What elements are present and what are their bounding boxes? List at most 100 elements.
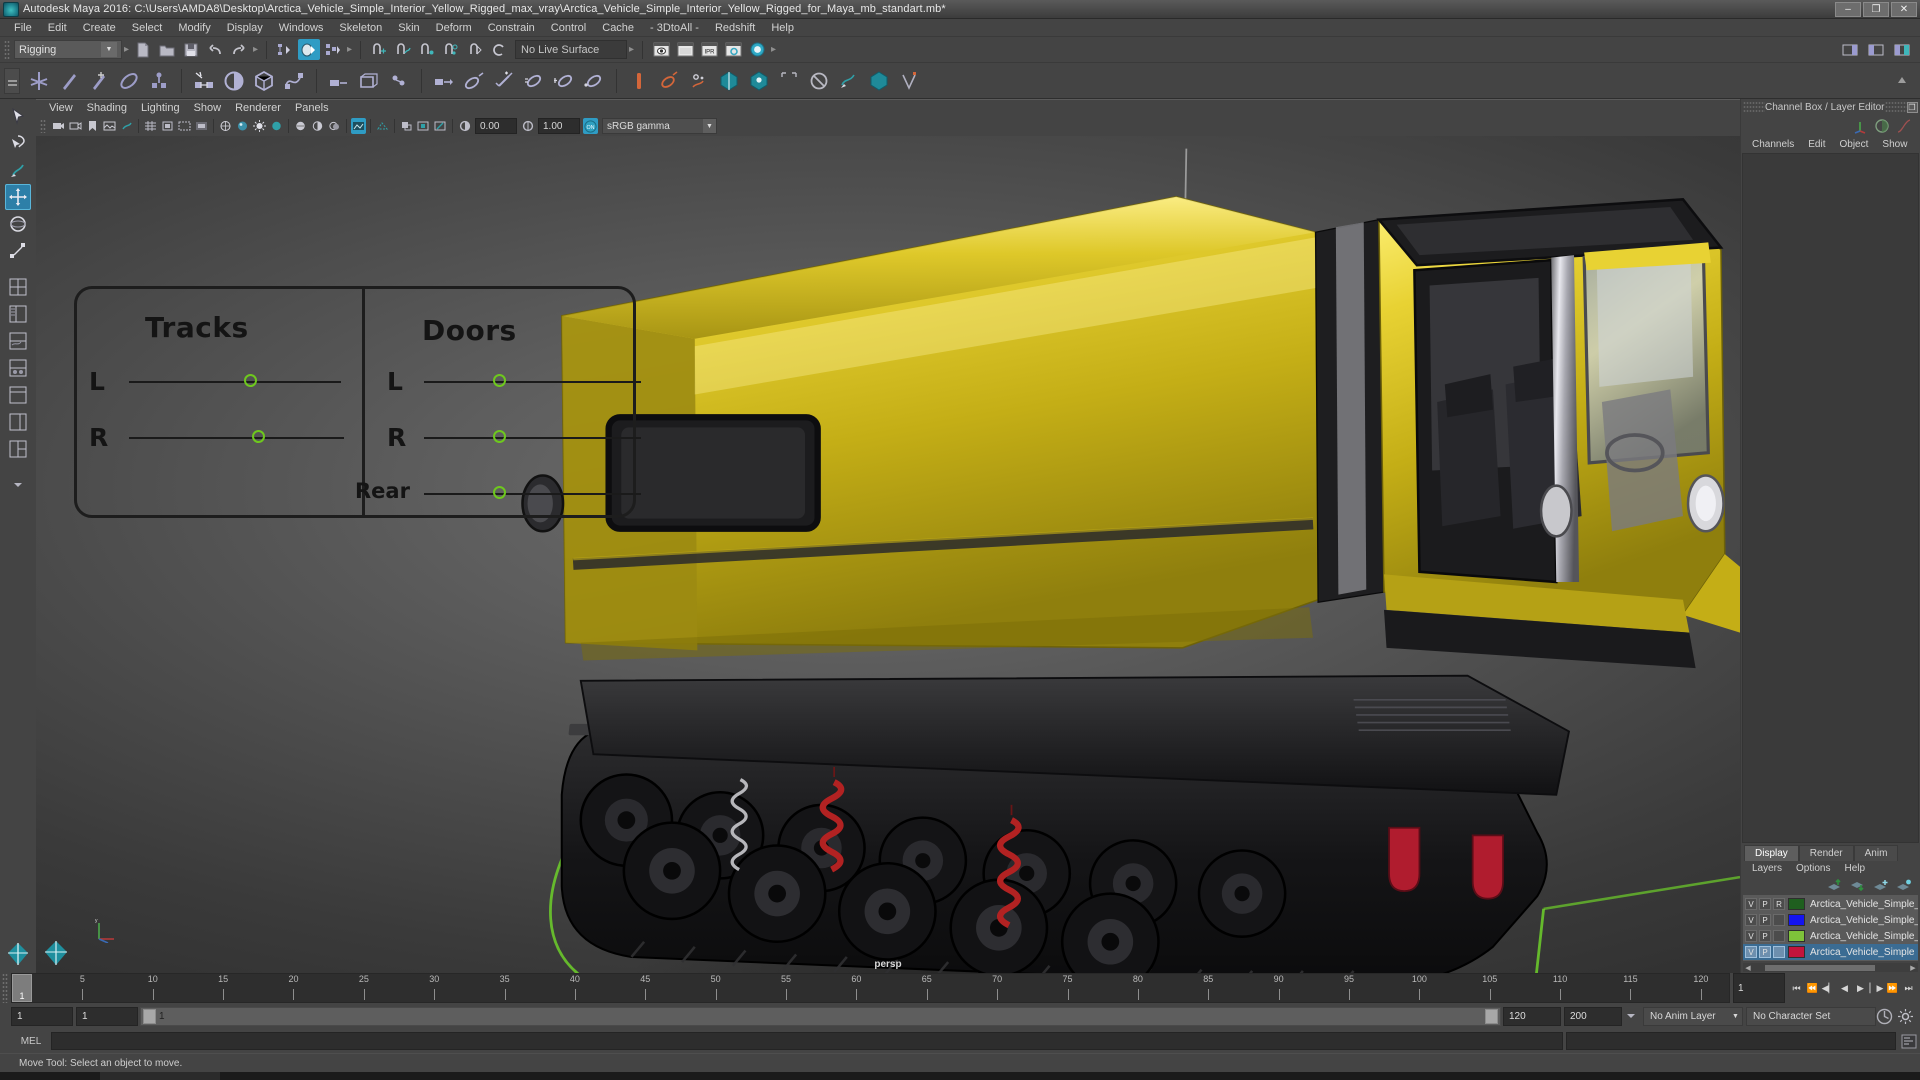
layer-playback-toggle[interactable]: P <box>1759 946 1771 958</box>
four-view-layout-button[interactable] <box>5 274 31 300</box>
persp-graph-layout-button[interactable] <box>5 328 31 354</box>
paint-skin-weights-icon[interactable] <box>219 66 249 96</box>
anim-layer-selector[interactable]: No Anim Layer ▼ <box>1643 1006 1743 1026</box>
section-collapse-arrow-4[interactable]: ▸ <box>627 40 636 60</box>
move-layer-up-icon[interactable] <box>1827 878 1843 892</box>
playback-start-time-field[interactable]: 1 <box>76 1006 138 1026</box>
three-pane-layout-button[interactable] <box>5 436 31 462</box>
nhair-icon[interactable] <box>624 66 654 96</box>
channel-box-content[interactable] <box>1742 153 1919 843</box>
grid-toggle-icon[interactable] <box>143 118 158 134</box>
perspective-viewport[interactable]: Tracks Doors L R L R Rear y persp <box>36 136 1740 973</box>
current-frame-field[interactable]: 1 <box>1733 973 1785 1003</box>
snap-to-grid-icon[interactable] <box>368 39 390 60</box>
new-layer-from-selected-icon[interactable] <box>1896 879 1912 892</box>
create-curve-icon[interactable] <box>894 66 924 96</box>
pole-vector-constraint-icon[interactable] <box>579 66 609 96</box>
scrollbar-thumb[interactable] <box>1765 964 1875 971</box>
ik-spline-handle-icon[interactable] <box>84 66 114 96</box>
create-nparticle-icon[interactable] <box>714 66 744 96</box>
step-back-frame-button[interactable]: ◀▏ <box>1821 979 1836 997</box>
menu-display[interactable]: Display <box>219 19 271 37</box>
time-slider-gripper[interactable] <box>2 973 8 1003</box>
script-editor-icon[interactable] <box>1898 1031 1920 1051</box>
shadows-icon[interactable] <box>327 118 342 134</box>
command-language-label[interactable]: MEL <box>11 1036 51 1047</box>
animation-start-time-field[interactable]: 1 <box>11 1006 73 1026</box>
sidebar-toggle-attribute-editor-icon[interactable] <box>1839 39 1861 60</box>
menu-control[interactable]: Control <box>543 19 594 37</box>
render-settings-icon[interactable] <box>722 39 744 60</box>
range-slider[interactable]: 1 <box>140 1006 1501 1026</box>
maximize-button[interactable]: ❐ <box>1863 1 1889 17</box>
undock-panel-button[interactable]: ❐ <box>1906 101 1918 113</box>
step-forward-keyframe-button[interactable]: ⏩ <box>1885 979 1900 997</box>
channel-menu-show[interactable]: Show <box>1875 139 1914 150</box>
color-management-selector[interactable]: sRGB gamma ▼ <box>602 118 717 134</box>
section-collapse-arrow-5[interactable]: ▸ <box>769 40 778 60</box>
select-tool-button[interactable] <box>5 103 31 129</box>
scale-tool-button[interactable] <box>5 238 31 264</box>
scroll-left-icon[interactable]: ◀ <box>1743 964 1753 972</box>
layer-visibility-toggle[interactable]: V <box>1745 930 1757 942</box>
menu-edit[interactable]: Edit <box>40 19 75 37</box>
taskbar-item[interactable] <box>100 1072 220 1080</box>
layer-reference-toggle[interactable] <box>1773 930 1785 942</box>
menu-select[interactable]: Select <box>124 19 171 37</box>
track-slider-handle-l[interactable] <box>244 374 257 387</box>
new-scene-icon[interactable] <box>132 39 154 60</box>
rotate-tool-button[interactable] <box>5 211 31 237</box>
fluid-container-icon[interactable] <box>864 66 894 96</box>
blend-shape-icon[interactable] <box>324 66 354 96</box>
save-scene-icon[interactable] <box>180 39 202 60</box>
render-sequence-icon[interactable] <box>674 39 696 60</box>
create-joint-icon[interactable] <box>24 66 54 96</box>
menu-skeleton[interactable]: Skeleton <box>331 19 390 37</box>
menu-help[interactable]: Help <box>763 19 802 37</box>
layer-row[interactable]: V P R Arctica_Vehicle_Simple_Interi <box>1743 896 1918 912</box>
tab-display[interactable]: Display <box>1744 845 1799 861</box>
viewport-toolbar-gripper[interactable] <box>40 119 46 133</box>
layer-visibility-toggle[interactable]: V <box>1745 946 1757 958</box>
lasso-tool-button[interactable] <box>5 130 31 156</box>
layer-visibility-toggle[interactable]: V <box>1745 914 1757 926</box>
snap-to-point-icon[interactable] <box>416 39 438 60</box>
texture-display-icon[interactable] <box>293 118 308 134</box>
move-layer-down-icon[interactable] <box>1850 879 1866 892</box>
depth-of-field-icon[interactable] <box>416 118 431 134</box>
layer-playback-toggle[interactable]: P <box>1759 898 1771 910</box>
graph-curve-icon[interactable] <box>1896 118 1912 134</box>
layer-color-swatch[interactable] <box>1788 914 1805 926</box>
track-slider-handle-r[interactable] <box>252 430 265 443</box>
layer-reference-toggle[interactable]: R <box>1773 898 1785 910</box>
go-to-start-button[interactable]: ⏮ <box>1789 979 1804 997</box>
aim-constraint-icon[interactable] <box>549 66 579 96</box>
door-slider-handle-rear[interactable] <box>493 486 506 499</box>
viewport-menu-lighting[interactable]: Lighting <box>134 100 187 117</box>
layer-reference-toggle[interactable] <box>1773 914 1785 926</box>
step-back-keyframe-button[interactable]: ⏪ <box>1805 979 1820 997</box>
axis-tripod-icon[interactable] <box>1852 118 1868 134</box>
insert-joint-icon[interactable] <box>114 66 144 96</box>
viewport-menu-renderer[interactable]: Renderer <box>228 100 288 117</box>
undo-icon[interactable] <box>204 39 226 60</box>
gamma-icon[interactable] <box>520 118 535 134</box>
hypershade-icon[interactable] <box>746 39 768 60</box>
shade-options-icon[interactable] <box>252 118 267 134</box>
scroll-right-icon[interactable]: ▶ <box>1908 964 1918 972</box>
layer-row[interactable]: V P Arctica_Vehicle_Simple_Interi <box>1743 928 1918 944</box>
sidebar-toggle-tool-settings-icon[interactable] <box>1865 39 1887 60</box>
menu-file[interactable]: File <box>6 19 40 37</box>
section-collapse-arrow-3[interactable]: ▸ <box>345 40 354 60</box>
menu-modify[interactable]: Modify <box>170 19 218 37</box>
current-time-indicator[interactable]: 1 <box>12 974 32 1002</box>
sidebar-toggle-channel-box-icon[interactable] <box>1891 39 1913 60</box>
character-set-selector[interactable]: No Character Set <box>1746 1006 1876 1026</box>
menu-cache[interactable]: Cache <box>594 19 642 37</box>
playback-options-icon[interactable] <box>1622 1007 1640 1025</box>
menu-windows[interactable]: Windows <box>271 19 332 37</box>
viewport-menu-show[interactable]: Show <box>187 100 229 117</box>
make-live-icon[interactable] <box>488 39 510 60</box>
layer-color-swatch[interactable] <box>1788 946 1805 958</box>
screen-space-ao-icon[interactable] <box>351 118 366 134</box>
